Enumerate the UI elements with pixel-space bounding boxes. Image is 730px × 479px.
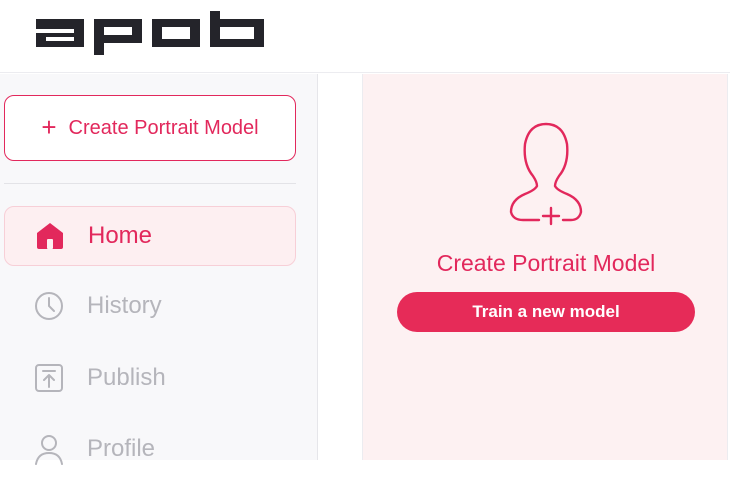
- sidebar-item-publish[interactable]: Publish: [4, 348, 296, 408]
- home-icon: [34, 220, 66, 252]
- sidebar-item-label: Home: [88, 222, 153, 249]
- create-portrait-model-button[interactable]: + Create Portrait Model: [4, 95, 296, 161]
- create-portrait-model-label: Create Portrait Model: [68, 116, 259, 139]
- plus-icon: +: [41, 112, 57, 142]
- clock-icon: [33, 290, 65, 322]
- sidebar-divider: [4, 183, 296, 184]
- sidebar-item-label: History: [87, 292, 162, 319]
- sidebar-item-label: Profile: [87, 435, 156, 462]
- create-model-card: Create Portrait Model Train a new model: [362, 74, 728, 460]
- upload-icon: [33, 362, 65, 394]
- sidebar-item-profile[interactable]: Profile: [4, 419, 296, 479]
- card-title: Create Portrait Model: [436, 250, 656, 276]
- add-user-icon: [499, 120, 593, 231]
- sidebar-item-label: Publish: [87, 364, 166, 391]
- sidebar: + Create Portrait Model Home History Pub…: [0, 74, 318, 465]
- top-header: [0, 0, 730, 73]
- train-new-model-button[interactable]: Train a new model: [397, 292, 695, 332]
- main-content: Create Portrait Model Train a new model: [318, 74, 730, 460]
- user-icon: [33, 433, 65, 465]
- apob-logo[interactable]: [36, 11, 266, 62]
- sidebar-item-history[interactable]: History: [4, 276, 296, 336]
- sidebar-item-home[interactable]: Home: [4, 206, 296, 266]
